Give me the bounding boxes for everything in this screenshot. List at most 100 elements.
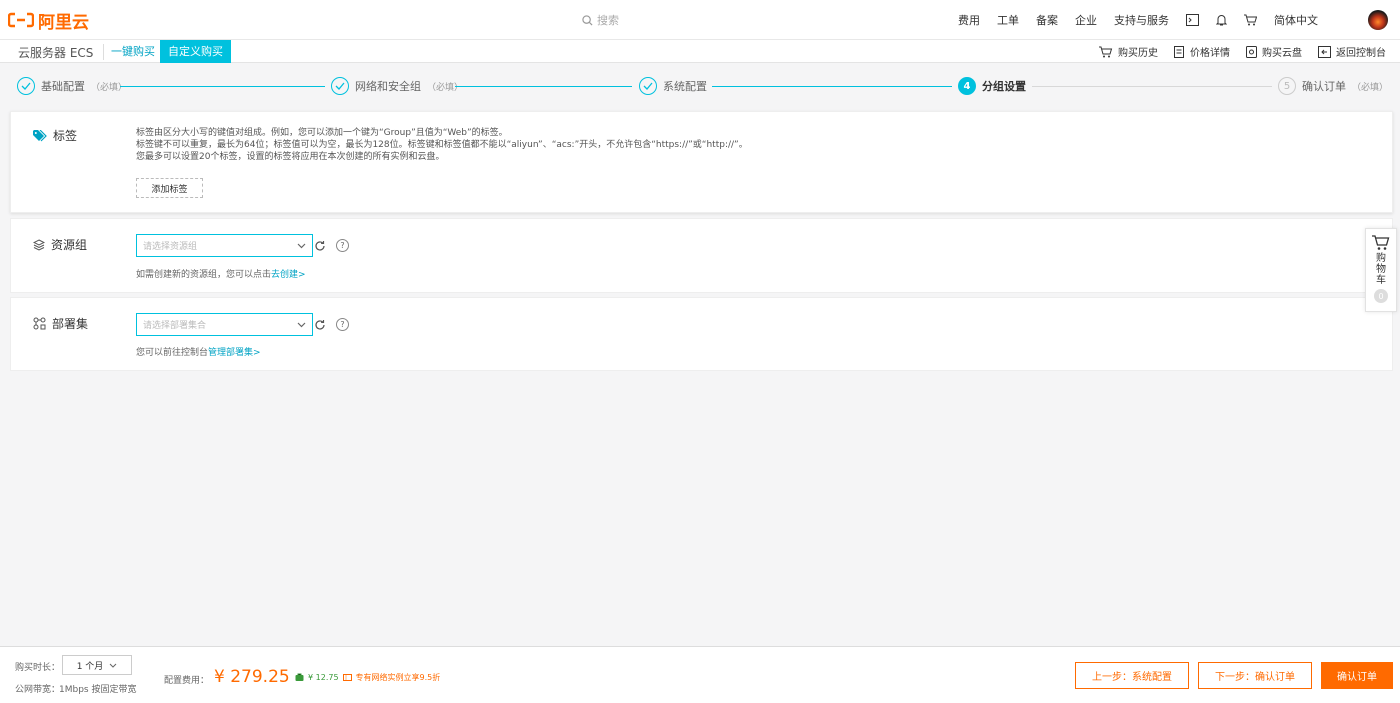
- deployment-set-hint: 您可以前往控制台管理部署集>: [136, 345, 261, 358]
- chevron-down-icon: [109, 663, 117, 668]
- step-label: 基础配置: [41, 80, 85, 93]
- step-label: 网络和安全组: [355, 80, 421, 93]
- prev-step-button[interactable]: 上一步：系统配置: [1075, 662, 1189, 689]
- resource-group-title: 资源组: [51, 238, 88, 252]
- refresh-icon[interactable]: [314, 240, 326, 252]
- step-number-badge: 4: [958, 77, 976, 95]
- back-to-console-link[interactable]: 返回控制台: [1318, 44, 1386, 59]
- manage-deployment-set-link[interactable]: 管理部署集>: [208, 348, 261, 358]
- price-details-link[interactable]: 价格详情: [1174, 44, 1230, 59]
- return-icon: [1318, 45, 1331, 58]
- cart-history-icon: [1099, 46, 1113, 57]
- step-number-badge: 5: [1278, 77, 1296, 95]
- disk-icon: [1246, 45, 1257, 58]
- document-icon: [1174, 45, 1184, 58]
- add-tag-button[interactable]: 添加标签: [136, 178, 203, 198]
- discount-info: ¥ 12.75 专有网络实例立享9.5折: [295, 672, 440, 683]
- deployment-set-hint-text: 您可以前往控制台: [136, 348, 209, 358]
- promo-text: 专有网络实例立享9.5折: [355, 673, 441, 682]
- layers-icon: [33, 238, 45, 251]
- deployment-set-label: 部署集: [33, 315, 88, 332]
- aliyun-logo-icon: [8, 12, 34, 28]
- cart-label-char: 车: [1376, 275, 1386, 286]
- help-icon[interactable]: ?: [336, 239, 349, 252]
- tag-icon: [33, 129, 47, 141]
- language-switch[interactable]: 简体中文: [1274, 12, 1318, 28]
- cart-label-char: 购: [1376, 253, 1386, 264]
- cart-icon[interactable]: [1244, 14, 1257, 26]
- check-icon: [17, 77, 35, 95]
- step-system-config[interactable]: 系统配置: [639, 77, 707, 95]
- terminal-icon[interactable]: [1186, 14, 1199, 26]
- coupon-icon: [342, 674, 352, 681]
- saving-amount: ¥ 12.75: [308, 673, 339, 682]
- step-connector: [120, 86, 325, 87]
- total-price: ¥ 279.25: [214, 667, 290, 687]
- floating-cart[interactable]: 购 物 车 0: [1365, 228, 1397, 312]
- bandwidth-label: 公网带宽：: [15, 685, 61, 695]
- fee-label: 配置费用：: [164, 676, 210, 686]
- tab-custom-buy[interactable]: 自定义购买: [160, 40, 231, 63]
- resource-group-section: 资源组 请选择资源组 ? 如需创建新的资源组，您可以点击去创建>: [10, 218, 1393, 293]
- nav-support[interactable]: 支持与服务: [1114, 12, 1169, 28]
- step-connector: [1032, 86, 1272, 87]
- next-step-button[interactable]: 下一步：确认订单: [1198, 662, 1312, 689]
- tags-description: 标签由区分大小写的键值对组成。例如，您可以添加一个键为“Group”且值为“We…: [136, 127, 748, 163]
- bell-icon[interactable]: [1216, 14, 1227, 27]
- deployment-set-placeholder: 请选择部署集合: [143, 321, 207, 331]
- nav-fees[interactable]: 费用: [958, 12, 980, 28]
- product-subbar: 云服务器 ECS 一键购买 自定义购买 购买历史 价格详情 购买云盘 返回控制台: [0, 40, 1400, 63]
- cart-count-badge: 0: [1374, 289, 1388, 303]
- tags-title: 标签: [53, 129, 78, 143]
- tab-quick-buy[interactable]: 一键购买: [103, 40, 163, 63]
- purchase-history-label: 购买历史: [1118, 48, 1158, 59]
- create-resource-group-link[interactable]: 去创建>: [271, 270, 306, 280]
- nav-icp-filing[interactable]: 备案: [1036, 12, 1058, 28]
- nav-enterprise[interactable]: 企业: [1075, 12, 1097, 28]
- resource-group-placeholder: 请选择资源组: [143, 242, 198, 252]
- step-required-note: （必填）: [1352, 82, 1389, 93]
- confirm-order-button[interactable]: 确认订单: [1321, 662, 1393, 689]
- step-group-settings[interactable]: 4 分组设置: [958, 77, 1026, 95]
- aliyun-logo[interactable]: 阿里云: [8, 9, 89, 33]
- chevron-down-icon: [297, 322, 306, 327]
- logo-text: 阿里云: [38, 12, 89, 33]
- cart-label: 购 物 车: [1375, 253, 1387, 286]
- resource-group-select[interactable]: 请选择资源组: [136, 234, 313, 257]
- step-network-security[interactable]: 网络和安全组 （必填）: [331, 77, 463, 95]
- tags-desc-line: 标签键不可以重复，最长为64位；标签值可以为空，最长为128位。标签键和标签值都…: [136, 140, 748, 150]
- deployment-set-section: 部署集 请选择部署集合 ? 您可以前往控制台管理部署集>: [10, 297, 1393, 371]
- refresh-icon[interactable]: [314, 319, 326, 331]
- step-label: 系统配置: [663, 80, 707, 93]
- duration-label: 购买时长：: [15, 663, 61, 673]
- avatar[interactable]: [1368, 10, 1388, 30]
- tags-section: 标签 标签由区分大小写的键值对组成。例如，您可以添加一个键为“Group”且值为…: [10, 111, 1393, 213]
- duration-value: 1 个月: [76, 661, 104, 672]
- back-to-console-label: 返回控制台: [1336, 48, 1386, 59]
- deployment-set-title: 部署集: [52, 317, 89, 331]
- step-label: 分组设置: [982, 80, 1026, 93]
- resource-group-label: 资源组: [33, 236, 87, 253]
- wizard-steps: 基础配置 （必填） 网络和安全组 （必填） 系统配置 4 分组设置 5 确认订单 （必…: [0, 63, 1400, 111]
- step-basic-config[interactable]: 基础配置 （必填）: [17, 77, 127, 95]
- tags-desc-line: 您最多可以设置20个标签，设置的标签将应用在本次创建的所有实例和云盘。: [136, 152, 445, 162]
- buy-disk-link[interactable]: 购买云盘: [1246, 44, 1302, 59]
- nav-tickets[interactable]: 工单: [997, 12, 1019, 28]
- buy-disk-label: 购买云盘: [1262, 48, 1302, 59]
- price-details-label: 价格详情: [1190, 48, 1230, 59]
- step-confirm-order[interactable]: 5 确认订单 （必填）: [1278, 77, 1388, 95]
- help-icon[interactable]: ?: [336, 318, 349, 331]
- step-connector: [712, 86, 952, 87]
- chevron-down-icon: [297, 243, 306, 248]
- tags-desc-line: 标签由区分大小写的键值对组成。例如，您可以添加一个键为“Group”且值为“We…: [136, 128, 508, 138]
- search-box[interactable]: 搜索: [582, 12, 619, 28]
- purchase-history-link[interactable]: 购买历史: [1099, 44, 1158, 59]
- check-icon: [639, 77, 657, 95]
- resource-group-hint: 如需创建新的资源组，您可以点击去创建>: [136, 267, 306, 280]
- duration-select[interactable]: 1 个月: [62, 655, 132, 675]
- top-navigation-bar: 阿里云 搜索 费用 工单 备案 企业 支持与服务 简体中文: [0, 0, 1400, 40]
- resource-group-hint-text: 如需创建新的资源组，您可以点击: [136, 270, 272, 280]
- product-title: 云服务器 ECS: [18, 46, 94, 60]
- step-connector: [455, 86, 632, 87]
- deployment-set-select[interactable]: 请选择部署集合: [136, 313, 313, 336]
